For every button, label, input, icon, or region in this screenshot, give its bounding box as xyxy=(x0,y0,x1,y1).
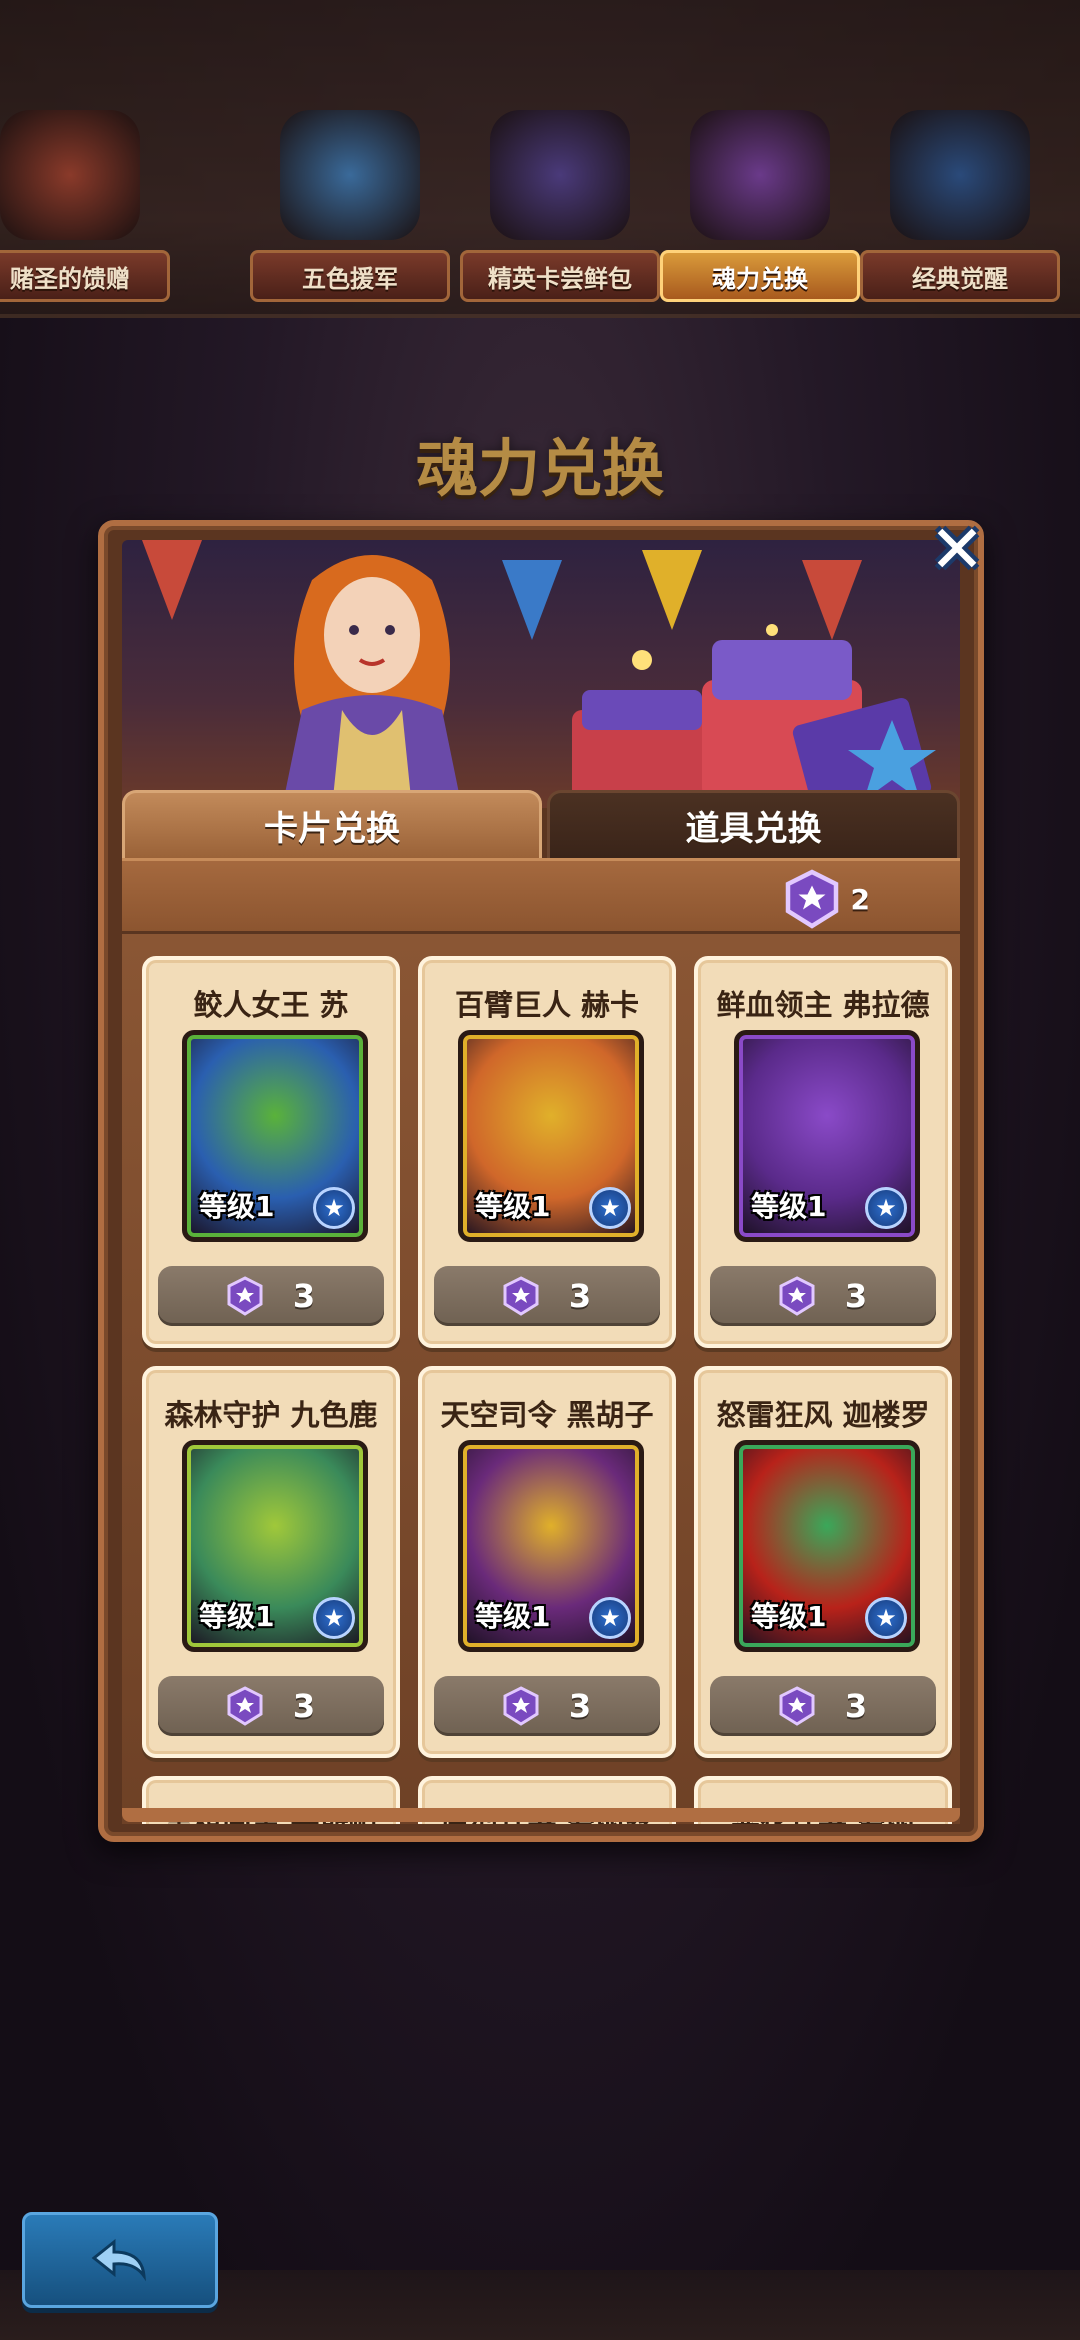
star-rank-icon: ★ xyxy=(313,1187,355,1229)
heroine-illustration xyxy=(282,555,462,808)
currency-strip: 2 xyxy=(122,858,960,934)
level-label: 等级1 xyxy=(199,1600,275,1633)
hero-portrait: 等级1 ★ xyxy=(182,1030,368,1242)
bunting-flag xyxy=(142,540,202,620)
soul-gem-icon xyxy=(227,1686,263,1726)
price-value: 3 xyxy=(292,1277,316,1315)
soul-gem-icon xyxy=(503,1686,539,1726)
event-tab[interactable]: 经典觉醒 xyxy=(860,110,1060,302)
hero-card[interactable]: 百臂巨人 赫卡等级1 ★ 3 xyxy=(418,956,676,1348)
event-label: 精英卡尝鲜包 xyxy=(460,250,660,302)
event-art xyxy=(490,110,630,240)
level-label: 等级1 xyxy=(751,1600,827,1633)
treasure-chests xyxy=(572,624,936,808)
level-label: 等级1 xyxy=(751,1190,827,1223)
event-tab[interactable]: 赌圣的馈赠 xyxy=(0,110,170,302)
event-tab[interactable]: 魂力兑换 xyxy=(660,110,860,302)
hero-portrait: 等级1 ★ xyxy=(734,1440,920,1652)
price-value: 3 xyxy=(292,1687,316,1725)
hero-card[interactable]: 鲛人女王 苏等级1 ★ 3 xyxy=(142,956,400,1348)
event-tab[interactable]: 精英卡尝鲜包 xyxy=(460,110,660,302)
event-art xyxy=(280,110,420,240)
event-label: 经典觉醒 xyxy=(860,250,1060,302)
event-art xyxy=(690,110,830,240)
soul-gem-icon xyxy=(779,1686,815,1726)
hero-name: 鲛人女王 苏 xyxy=(193,988,349,1022)
banner-art xyxy=(122,540,960,808)
hero-card[interactable]: 森林守护 九色鹿等级1 ★ 3 xyxy=(142,1366,400,1758)
hero-card[interactable]: 天空司令 黑胡子等级1 ★ 3 xyxy=(418,1366,676,1758)
star-rank-icon: ★ xyxy=(865,1597,907,1639)
event-tab[interactable]: 五色援军 xyxy=(250,110,450,302)
close-button[interactable]: ✕ xyxy=(925,511,989,588)
tab-item-exchange[interactable]: 道具兑换 xyxy=(547,790,960,858)
exchange-price-button[interactable]: 3 xyxy=(158,1676,384,1736)
hero-portrait: 等级1 ★ xyxy=(458,1030,644,1242)
hero-name: 百臂巨人 赫卡 xyxy=(454,988,640,1022)
page-title: 魂力兑换 xyxy=(415,432,664,505)
level-label: 等级1 xyxy=(475,1600,551,1633)
card-grid: 鲛人女王 苏等级1 ★ 3 百臂巨人 赫卡 等级1 ★ 3 鲜血领主 弗拉德 等级1 ★ 3 森林守护… xyxy=(122,934,960,1824)
event-art xyxy=(0,110,140,240)
exchange-panel: 卡片兑换 道具兑换 2 鲛人女王 苏等级1 ★ 3 百臂巨人 赫卡 等级1 ★ 3 鲜血领主 … xyxy=(98,520,984,1842)
hero-card[interactable]: 鲜血领主 弗拉德等级1 ★ 3 xyxy=(694,956,952,1348)
event-label: 魂力兑换 xyxy=(660,250,860,302)
event-label: 赌圣的馈赠 xyxy=(0,250,170,302)
level-label: 等级1 xyxy=(199,1190,275,1223)
price-value: 3 xyxy=(844,1687,868,1725)
exchange-price-button[interactable]: 3 xyxy=(710,1676,936,1736)
hero-portrait: 等级1 ★ xyxy=(182,1440,368,1652)
back-button[interactable] xyxy=(22,2212,218,2308)
back-arrow-icon xyxy=(91,2238,146,2282)
soul-gem-icon xyxy=(503,1276,539,1316)
currency-balance: 2 xyxy=(785,869,870,929)
hero-portrait: 等级1 ★ xyxy=(734,1030,920,1242)
exchange-price-button[interactable]: 3 xyxy=(158,1266,384,1326)
hero-name: 鲜血领主 弗拉德 xyxy=(716,988,930,1022)
tab-card-exchange[interactable]: 卡片兑换 xyxy=(122,790,542,858)
soul-gem-icon xyxy=(779,1276,815,1316)
star-rank-icon: ★ xyxy=(589,1597,631,1639)
exchange-price-button[interactable]: 3 xyxy=(434,1676,660,1736)
currency-amount: 2 xyxy=(850,882,870,916)
star-rank-icon: ★ xyxy=(865,1187,907,1229)
exchange-price-button[interactable]: 3 xyxy=(434,1266,660,1326)
hero-card[interactable]: 怒雷狂风 迦楼罗等级1 ★ 3 xyxy=(694,1366,952,1758)
close-icon: ✕ xyxy=(929,511,985,588)
star-rank-icon: ★ xyxy=(313,1597,355,1639)
price-value: 3 xyxy=(844,1277,868,1315)
hero-portrait: 等级1 ★ xyxy=(458,1440,644,1652)
star-rank-icon: ★ xyxy=(589,1187,631,1229)
hero-name: 森林守护 九色鹿 xyxy=(164,1398,378,1432)
price-value: 3 xyxy=(568,1277,592,1315)
event-label: 五色援军 xyxy=(250,250,450,302)
exchange-tabs: 卡片兑换 道具兑换 xyxy=(122,790,960,858)
hero-name: 天空司令 黑胡子 xyxy=(440,1398,654,1432)
panel-rim xyxy=(122,1808,960,1822)
soul-gem-icon xyxy=(785,869,838,929)
bunting-flag xyxy=(642,550,702,630)
soul-gem-icon xyxy=(227,1276,263,1316)
level-label: 等级1 xyxy=(475,1190,551,1223)
exchange-price-button[interactable]: 3 xyxy=(710,1266,936,1326)
hero-name: 怒雷狂风 迦楼罗 xyxy=(716,1398,930,1432)
event-art xyxy=(890,110,1030,240)
price-value: 3 xyxy=(568,1687,592,1725)
